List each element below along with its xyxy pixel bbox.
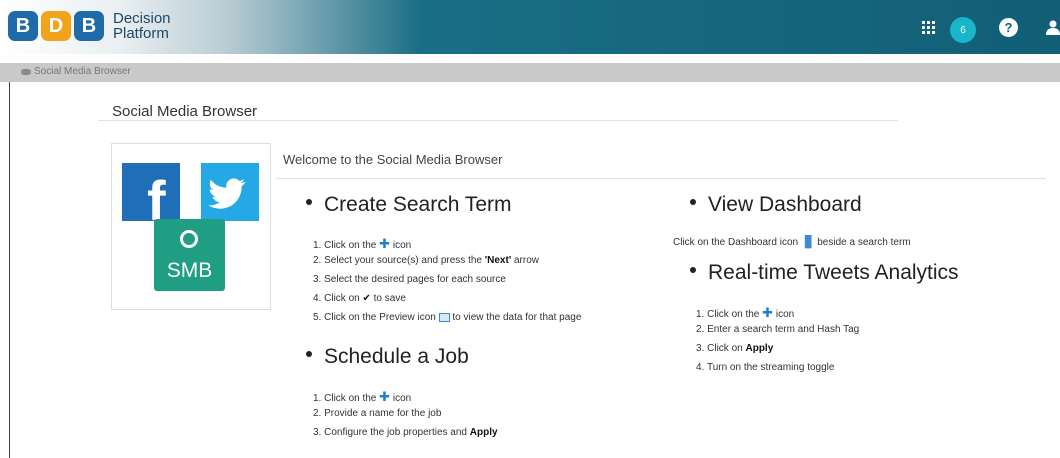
section-dashboard-title: View Dashboard	[690, 193, 862, 217]
brand-line1: Decision	[113, 10, 171, 27]
facebook-icon: f	[122, 163, 180, 232]
list-item: 1. Click on the ✚ icon	[696, 305, 795, 320]
apps-grid-icon[interactable]	[915, 14, 941, 40]
page-title: Social Media Browser	[112, 103, 258, 120]
smb-app-icon: SMB	[154, 219, 225, 291]
section-schedule-title: Schedule a Job	[306, 345, 469, 369]
list-item: 2. Select your source(s) and press the '…	[313, 255, 539, 266]
list-item: 4. Click on ✔ to save	[313, 293, 406, 304]
breadcrumb: Social Media Browser	[0, 63, 1060, 82]
brand-line2: Platform	[113, 25, 169, 42]
notification-badge[interactable]: 6	[950, 17, 976, 43]
plus-icon[interactable]: ✚	[379, 389, 390, 404]
list-item: 1. Click on the ✚ icon	[313, 236, 412, 251]
chrome-logo-icon	[180, 230, 198, 248]
plus-icon[interactable]: ✚	[762, 305, 773, 320]
dashboard-instruction: Click on the Dashboard icon ▐▌ beside a …	[673, 236, 911, 248]
logo-panel: f SMB	[111, 143, 271, 310]
dashboard-icon: ▐▌	[800, 236, 816, 248]
logo-letter: B	[8, 11, 38, 41]
help-icon[interactable]: ?	[999, 18, 1018, 37]
divider	[276, 178, 1046, 179]
top-header: B D B Decision Platform 6 ?	[0, 0, 1060, 54]
list-item: 2. Provide a name for the job	[313, 408, 442, 419]
section-realtime-title: Real-time Tweets Analytics	[690, 261, 959, 285]
create-steps: 1. Click on the ✚ icon 2. Select your so…	[313, 236, 581, 331]
brand-logo[interactable]: B D B Decision Platform	[8, 11, 171, 41]
checkmark-icon: ✔	[362, 293, 371, 304]
list-item: 1. Click on the ✚ icon	[313, 389, 412, 404]
logo-letter: B	[74, 11, 104, 41]
list-item: 4. Turn on the streaming toggle	[696, 362, 835, 373]
breadcrumb-label[interactable]: Social Media Browser	[34, 66, 131, 77]
list-item: 2. Enter a search term and Hash Tag	[696, 324, 860, 335]
user-icon[interactable]	[1040, 14, 1060, 40]
welcome-heading: Welcome to the Social Media Browser	[283, 152, 503, 167]
list-item: 5. Click on the Preview icon to view the…	[313, 312, 582, 323]
divider	[98, 120, 898, 121]
brand-name: Decision Platform	[113, 11, 171, 41]
schedule-steps: 1. Click on the ✚ icon 2. Provide a name…	[313, 389, 498, 446]
realtime-steps: 1. Click on the ✚ icon 2. Enter a search…	[696, 305, 859, 381]
smb-label: SMB	[166, 259, 213, 282]
page-border	[9, 82, 10, 458]
logo-letter: D	[41, 11, 71, 41]
preview-icon	[438, 312, 450, 322]
list-item: 3. Click on Apply	[696, 343, 774, 354]
list-item: 3. Configure the job properties and Appl…	[313, 427, 498, 438]
cloud-icon	[21, 68, 31, 75]
plus-icon[interactable]: ✚	[379, 236, 390, 251]
list-item: 3. Select the desired pages for each sou…	[313, 274, 506, 285]
twitter-icon	[201, 163, 259, 221]
section-create-title: Create Search Term	[306, 193, 512, 217]
